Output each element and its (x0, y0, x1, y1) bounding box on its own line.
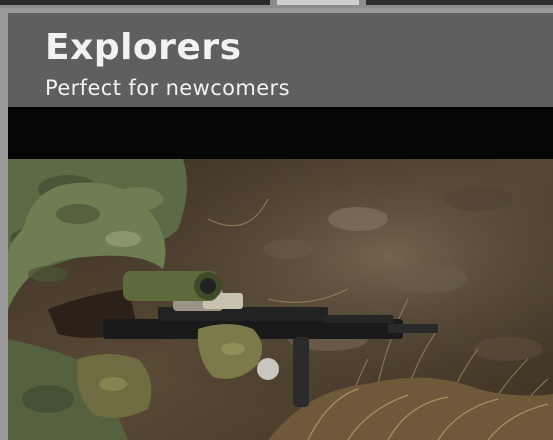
gallery-tile[interactable] (366, 0, 553, 5)
explorers-card[interactable]: Explorers Perfect for newcomers (8, 13, 553, 440)
card-subtitle: Perfect for newcomers (45, 76, 290, 100)
card-title: Explorers (45, 27, 242, 68)
card-header: Explorers Perfect for newcomers (8, 13, 553, 107)
card-photo (8, 159, 553, 440)
gallery-tile[interactable] (0, 0, 270, 5)
gallery-strip (0, 0, 553, 8)
gallery-tile[interactable] (277, 0, 359, 5)
card-band (8, 107, 553, 159)
